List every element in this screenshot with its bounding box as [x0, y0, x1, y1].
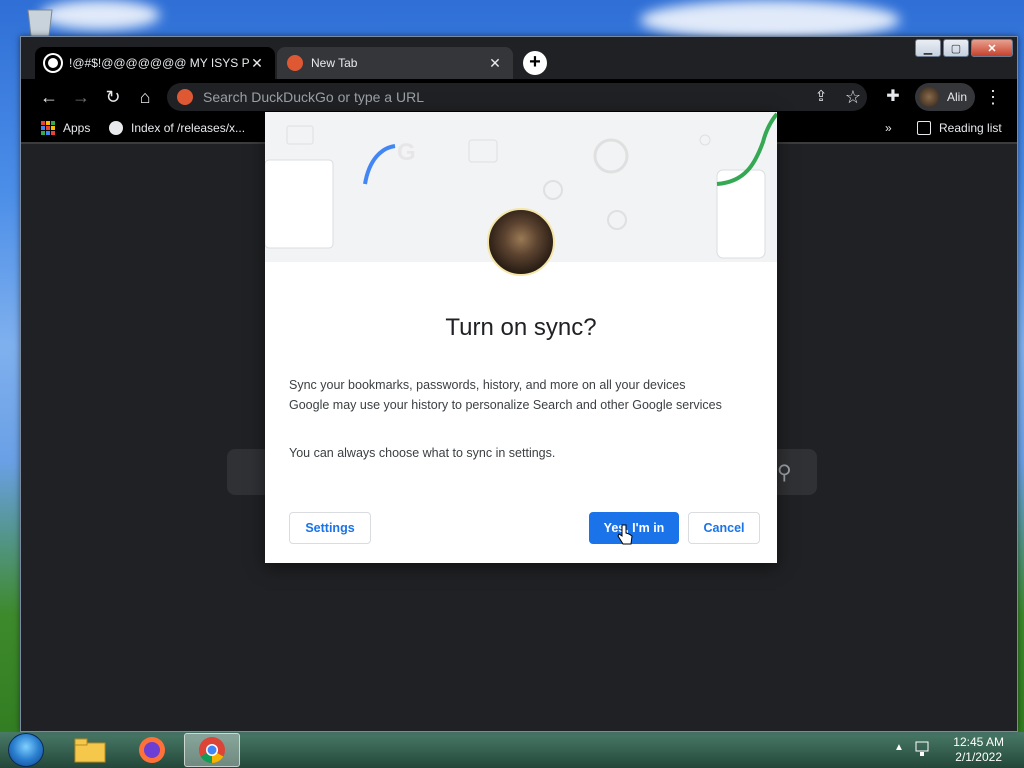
bookmarks-overflow[interactable]: » [885, 121, 892, 135]
minimize-button[interactable]: ▁ [915, 39, 941, 57]
reading-list-label: Reading list [939, 121, 1002, 135]
reading-list-icon [917, 121, 931, 135]
reading-list-button[interactable]: Reading list [917, 121, 1002, 135]
confirm-sync-button[interactable]: Yes, I'm in [589, 512, 679, 544]
chrome-icon[interactable] [184, 733, 240, 767]
tab-new-tab[interactable]: New Tab ✕ [277, 47, 513, 79]
clock[interactable]: 12:45 AM 2/1/2022 [953, 735, 1004, 765]
apps-grid-icon [41, 121, 55, 135]
forward-icon[interactable]: → [69, 85, 93, 109]
tab-close-icon[interactable]: ✕ [249, 55, 265, 72]
clock-date: 2/1/2022 [955, 750, 1002, 764]
cancel-button[interactable]: Cancel [688, 512, 760, 544]
close-window-button[interactable]: ✕ [971, 39, 1013, 57]
tab-active[interactable]: !@#$!@@@@@@@ MY ISYS PF ✕ [35, 47, 275, 79]
hand-cursor-icon [617, 524, 633, 551]
tab-title: New Tab [311, 56, 358, 70]
avatar [487, 208, 555, 276]
globe-icon [45, 55, 61, 71]
menu-icon[interactable]: ⋮ [981, 85, 1005, 109]
duckduckgo-icon [177, 89, 193, 105]
bookmark-star-icon[interactable]: ☆ [841, 85, 865, 109]
share-icon[interactable]: ⇪ [809, 85, 833, 109]
chevron-right-icon: » [885, 121, 892, 135]
address-placeholder: Search DuckDuckGo or type a URL [203, 89, 424, 105]
desktop-cloud [640, 0, 900, 40]
network-icon[interactable] [914, 740, 932, 763]
profile-name: Alin [947, 90, 968, 104]
bookmark-label: Apps [63, 121, 91, 135]
reload-icon[interactable]: ↻ [101, 85, 125, 109]
bookmark-label: Index of /releases/x... [131, 121, 246, 135]
taskbar: ▲ 12:45 AM 2/1/2022 [0, 732, 1024, 768]
settings-button[interactable]: Settings [289, 512, 371, 544]
start-button[interactable] [8, 733, 44, 767]
dialog-title: Turn on sync? [445, 314, 597, 341]
maximize-button[interactable]: ▢ [943, 39, 969, 57]
tab-title: !@#$!@@@@@@@ MY ISYS PF [69, 56, 249, 70]
dialog-note: You can always choose what to sync in se… [289, 446, 556, 460]
title-bar: ▁ ▢ ✕ !@#$!@@@@@@@ MY ISYS PF ✕ New Tab … [21, 37, 1017, 79]
clock-time: 12:45 AM [953, 735, 1004, 749]
firefox-icon[interactable] [124, 733, 180, 767]
file-explorer-icon[interactable] [62, 733, 118, 767]
bookmark-releases[interactable]: Index of /releases/x... [109, 121, 245, 135]
new-tab-button[interactable]: + [523, 51, 547, 75]
sync-dialog: G Turn on sync? Sync your bookmarks, pas… [265, 112, 777, 563]
bookmark-apps[interactable]: Apps [41, 121, 90, 135]
toolbar: ← → ↻ ⌂ Search DuckDuckGo or type a URL … [21, 79, 1017, 115]
svg-text:G: G [397, 139, 416, 166]
avatar [919, 87, 939, 107]
extensions-icon[interactable]: ✚ [881, 85, 905, 109]
back-icon[interactable]: ← [37, 85, 61, 109]
address-bar[interactable]: Search DuckDuckGo or type a URL [167, 83, 867, 111]
dialog-description: Google may use your history to personali… [289, 398, 722, 412]
window-controls: ▁ ▢ ✕ [915, 39, 1013, 57]
tab-close-icon[interactable]: ✕ [487, 55, 503, 72]
home-icon[interactable]: ⌂ [133, 85, 157, 109]
search-icon[interactable]: ⚲ [777, 460, 792, 485]
profile-button[interactable]: Alin [915, 83, 975, 111]
dialog-description: Sync your bookmarks, passwords, history,… [289, 378, 686, 392]
show-hidden-icons-icon[interactable]: ▲ [894, 742, 904, 753]
globe-icon [109, 121, 123, 135]
duckduckgo-icon [287, 55, 303, 71]
